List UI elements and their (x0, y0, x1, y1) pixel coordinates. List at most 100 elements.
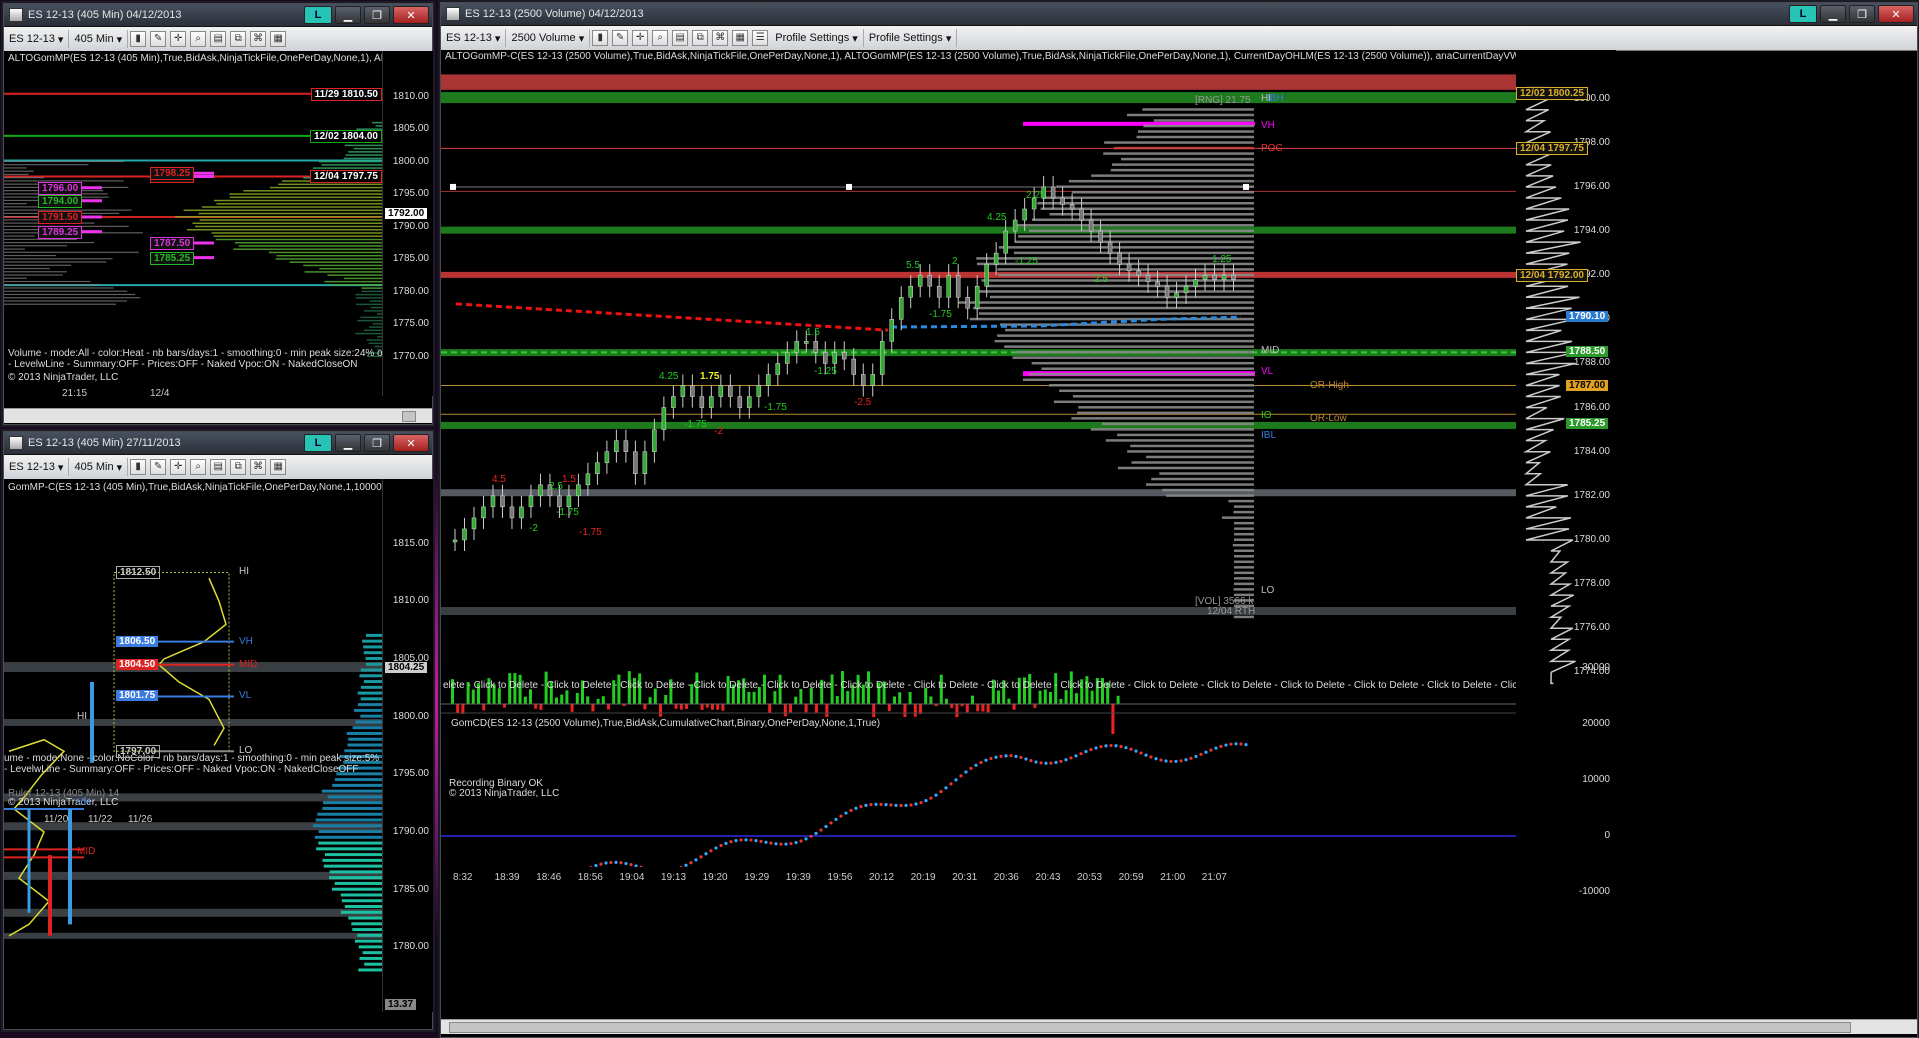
cd-point (1224, 743, 1228, 747)
maximize-button[interactable]: ❐ (364, 434, 390, 452)
draw-pencil-icon[interactable]: ✎ (612, 30, 629, 46)
candle (917, 274, 923, 287)
list-icon[interactable]: ☰ (752, 30, 769, 46)
candle (936, 285, 942, 298)
profile-bar (1049, 384, 1254, 387)
volume-bar (815, 704, 818, 713)
profile-bar (1136, 135, 1254, 139)
price-axis[interactable]: 1815.00 1810.00 1805.00 1800.00 1795.00 1790.… (382, 479, 433, 1012)
bar-type-icon[interactable]: ▮ (130, 459, 147, 475)
time-label: 20:36 (993, 872, 1019, 883)
volume-bar (539, 704, 543, 710)
profile-bar (355, 293, 382, 296)
profile-bar (4, 300, 128, 302)
price-tick: 1800.00 (392, 155, 429, 167)
price-chart-area[interactable]: ALTOGomMP-C(ES 12-13 (2500 Volume),True,… (441, 50, 1516, 867)
instrument-selector[interactable]: ES 12-13 ▾ (441, 29, 507, 47)
horizontal-scrollbar[interactable] (4, 408, 432, 423)
properties-icon[interactable]: ▤ (210, 459, 227, 475)
volume-bar (565, 690, 569, 704)
volume-bar (607, 704, 610, 710)
data-box-icon[interactable]: ▦ (270, 459, 287, 475)
minimize-button[interactable]: ▁ (1820, 5, 1846, 23)
time-label: 18:39 (494, 872, 520, 883)
zoom-icon[interactable]: ⌕ (652, 30, 669, 46)
profile-bar (243, 190, 382, 192)
profile-settings-dropdown-1[interactable]: Profile Settings ▾ (770, 29, 864, 47)
close-button[interactable]: ✕ (393, 434, 429, 452)
volume-bar (1038, 690, 1042, 704)
profile-bar (1005, 328, 1254, 332)
link-button[interactable]: L (304, 434, 332, 452)
scroll-thumb[interactable] (449, 1022, 1851, 1033)
link-button[interactable]: L (304, 6, 332, 24)
minimize-button[interactable]: ▁ (335, 434, 361, 452)
close-button[interactable]: ✕ (393, 6, 429, 24)
candle (1069, 204, 1075, 210)
period-label: 405 Min (74, 461, 114, 473)
profile-bar (315, 818, 382, 822)
cd-point (944, 786, 948, 790)
time-label: 18:46 (536, 872, 562, 883)
maximize-button[interactable]: ❐ (364, 6, 390, 24)
crosshair-icon[interactable]: ✛ (170, 459, 187, 475)
data-box-icon[interactable]: ▦ (270, 31, 287, 47)
cd-point (1189, 756, 1193, 760)
window-titlebar[interactable]: ES 12-13 (405 Min) 27/11/2013 L ▁ ❐ ✕ (4, 432, 432, 455)
volume-bar (482, 704, 486, 711)
candle (538, 484, 543, 497)
strategies-icon[interactable]: ⌘ (250, 31, 267, 47)
data-box-icon[interactable]: ▦ (732, 30, 749, 46)
candle (1050, 186, 1056, 199)
cd-point (1124, 746, 1128, 750)
draw-pencil-icon[interactable]: ✎ (150, 31, 167, 47)
crosshair-icon[interactable]: ✛ (632, 30, 649, 46)
properties-icon[interactable]: ▤ (210, 31, 227, 47)
bar-type-icon[interactable]: ▮ (592, 30, 609, 46)
draw-pencil-icon[interactable]: ✎ (150, 459, 167, 475)
window-titlebar[interactable]: ES 12-13 (2500 Volume) 04/12/2013 L ▁ ❐ … (441, 3, 1917, 26)
strategies-icon[interactable]: ⌘ (712, 30, 729, 46)
volume-bar (1116, 695, 1120, 704)
profile-bar (351, 922, 382, 926)
strategies-icon[interactable]: ⌘ (250, 459, 267, 475)
bar-type-icon[interactable]: ▮ (130, 31, 147, 47)
profile-bar (334, 778, 382, 782)
scroll-thumb[interactable] (402, 411, 416, 422)
zoom-icon[interactable]: ⌕ (190, 459, 207, 475)
profile-bar (317, 812, 382, 816)
window-titlebar[interactable]: ES 12-13 (405 Min) 04/12/2013 L ▁ ❐ ✕ (4, 4, 432, 27)
price-axis[interactable]: 1810.00 1805.00 1800.00 1795.00 1790.00 1785.… (382, 51, 433, 396)
zoom-icon[interactable]: ⌕ (190, 31, 207, 47)
maximize-button[interactable]: ❐ (1849, 5, 1875, 23)
candle (1231, 274, 1236, 280)
period-selector[interactable]: 405 Min ▾ (69, 30, 129, 48)
horizontal-scrollbar[interactable] (441, 1019, 1917, 1034)
click-to-delete-strip[interactable]: elete - Click to Delete - Click to Delet… (443, 680, 1516, 691)
indicators-icon[interactable]: ⧉ (692, 30, 709, 46)
minimize-button[interactable]: ▁ (335, 6, 361, 24)
profile-bar (1234, 566, 1254, 569)
profile-bar (1146, 483, 1254, 486)
instrument-selector[interactable]: ES 12-13 ▾ (4, 30, 70, 48)
profile-bar (198, 212, 382, 215)
profile-bar (278, 183, 382, 186)
price-chart-area[interactable]: ALTOGomMP(ES 12-13 (405 Min),True,BidAsk… (4, 51, 382, 396)
level-label-poc: POC (1261, 143, 1283, 155)
vh-value: 1806.50 (116, 635, 159, 647)
period-selector[interactable]: 2500 Volume ▾ (506, 29, 591, 47)
indicators-icon[interactable]: ⧉ (230, 459, 247, 475)
period-selector[interactable]: 405 Min ▾ (69, 458, 129, 476)
cd-point (1119, 744, 1123, 749)
hi-label: HI (239, 566, 249, 578)
instrument-selector[interactable]: ES 12-13 ▾ (4, 458, 70, 476)
link-button[interactable]: L (1789, 5, 1817, 23)
properties-icon[interactable]: ▤ (672, 30, 689, 46)
close-button[interactable]: ✕ (1878, 5, 1914, 23)
price-axis[interactable]: 1800.001798.001796.001794.001792.001790.… (1516, 50, 1616, 897)
crosshair-icon[interactable]: ✛ (170, 31, 187, 47)
profile-bar (989, 295, 1254, 299)
profile-settings-dropdown-2[interactable]: Profile Settings ▾ (864, 29, 958, 47)
indicators-icon[interactable]: ⧉ (230, 31, 247, 47)
price-chart-area[interactable]: GomMP-C(ES 12-13 (405 Min),True,BidAsk,N… (4, 479, 382, 1012)
